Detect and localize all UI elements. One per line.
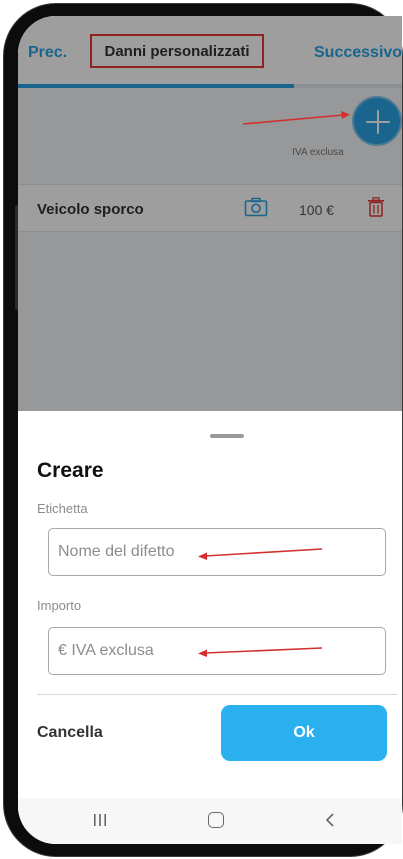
screen: Prec. Danni personalizzati Successivo IV…: [18, 16, 402, 844]
amount-field-label: Importo: [37, 598, 82, 613]
cancel-button[interactable]: Cancella: [37, 724, 103, 742]
modal-backdrop[interactable]: [18, 16, 402, 411]
defect-name-input[interactable]: [49, 529, 385, 575]
back-icon[interactable]: [324, 812, 336, 828]
home-icon[interactable]: [208, 812, 224, 828]
amount-field: [48, 627, 386, 675]
label-field-label: Etichetta: [37, 501, 88, 516]
label-field: [48, 528, 386, 576]
recents-icon[interactable]: [93, 813, 107, 827]
divider: [37, 694, 397, 695]
create-bottom-sheet: Creare Etichetta Importo Cancella Ok: [18, 411, 402, 844]
amount-input[interactable]: [49, 628, 385, 674]
system-nav-bar: [18, 798, 402, 844]
sheet-title: Creare: [37, 459, 104, 482]
sheet-drag-handle[interactable]: [210, 434, 244, 438]
ok-button[interactable]: Ok: [221, 705, 387, 761]
